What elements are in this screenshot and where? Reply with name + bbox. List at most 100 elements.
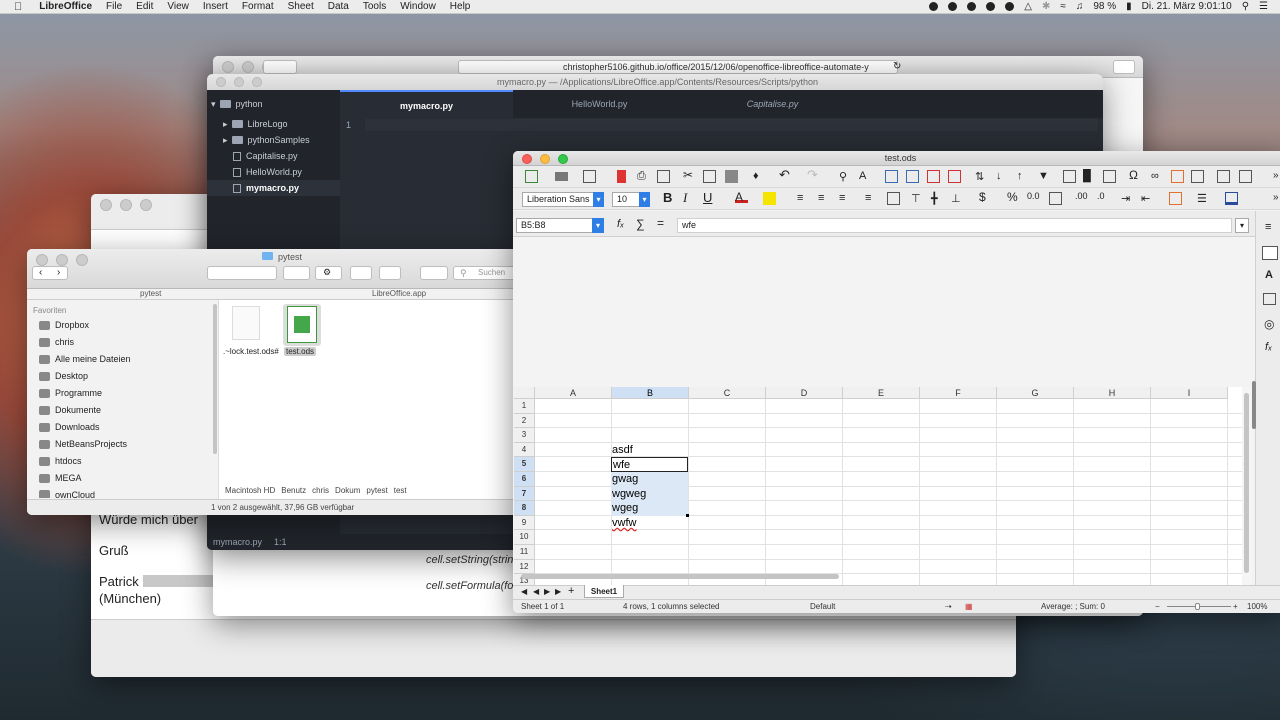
arrange-button[interactable] [283,266,310,280]
sidebar-scrollbar[interactable] [213,304,217,454]
add-sheet-icon[interactable]: + [568,585,574,597]
name-box[interactable]: B5:B8 [516,218,604,233]
file-lock-name[interactable]: .~lock.test.ods# [223,347,279,357]
sidebar-item-mega[interactable]: MEGA [39,473,82,483]
spreadsheet-file-icon[interactable] [287,306,317,343]
sheet-tab-sheet1[interactable]: Sheet1 [584,585,624,598]
row-header-7[interactable]: 7 [514,486,535,502]
align-top-icon[interactable]: ⊤ [911,192,924,205]
vertical-scrollbar[interactable] [1242,387,1252,613]
spotlight-icon[interactable]: ⚲ [1242,1,1249,12]
underline-icon[interactable]: U [703,190,716,205]
tags-button[interactable] [379,266,401,280]
row-header-9[interactable]: 9 [514,515,535,531]
bluetooth-icon[interactable]: ✱ [1042,1,1050,12]
add-decimal-icon[interactable]: .00 [1075,191,1088,204]
dropbox-button[interactable] [420,266,448,280]
font-color-icon[interactable]: A [735,190,748,204]
status-icon-4[interactable] [986,2,996,11]
menu-sheet[interactable]: Sheet [281,1,321,12]
formula-equals-icon[interactable]: = [657,216,664,230]
finder-tab-pytest[interactable]: pytest [140,289,161,298]
column-header-f[interactable]: F [920,387,997,399]
select-all-corner[interactable] [514,387,535,399]
insert-image-icon[interactable] [1063,170,1076,183]
path-segment-test[interactable]: test [394,486,407,495]
column-header-e[interactable]: E [843,387,920,399]
undo-icon[interactable]: ↶ [779,167,792,182]
cell-b9[interactable]: vwfw [611,516,688,531]
freeze-rows-icon[interactable] [1239,170,1252,183]
menu-view[interactable]: View [160,1,196,12]
cell-b5[interactable]: wfe [611,457,688,472]
headers-footers-icon[interactable] [1191,170,1204,183]
tree-item-mymacro[interactable]: mymacro.py [207,180,340,196]
comment-icon[interactable] [1171,170,1184,183]
horizontal-scrollbar[interactable] [521,574,839,579]
italic-icon[interactable]: I [683,190,696,205]
bold-icon[interactable]: B [663,190,676,205]
finder-close-button[interactable] [36,254,48,266]
spreadsheet-grid[interactable]: A B C D E F G H I 1 2 3 4 asdf 5 wfe 6 gwag 7 wgweg 8 wgeg 9 vw… [514,387,1244,613]
tree-item-librelogo[interactable]: ▸ LibreLogo [207,116,340,132]
editor-minimize-button[interactable] [234,77,244,87]
expand-formula-icon[interactable]: ▾ [1235,218,1249,233]
menu-window[interactable]: Window [393,1,443,12]
finder-zoom-button[interactable] [76,254,88,266]
zoom-level[interactable]: 100% [1247,602,1267,611]
increase-indent-icon[interactable]: ⇥ [1121,192,1134,205]
view-mode-buttons[interactable] [207,266,277,280]
sidebar-item-dokumente[interactable]: Dokumente [39,405,101,415]
search-input[interactable]: ⚲ Suchen [453,266,521,280]
sidebar-item-netbeans[interactable]: NetBeansProjects [39,439,127,449]
merge-cells-icon[interactable]: ⇅ [975,170,988,183]
column-icon[interactable] [906,170,919,183]
export-pdf-icon[interactable] [617,170,626,183]
cell-b8[interactable]: wgeg [611,501,688,516]
last-sheet-icon[interactable]: ▶ [555,587,561,596]
editor-zoom-button[interactable] [252,77,262,87]
print-preview-icon[interactable] [657,170,670,183]
sidebar-settings-icon[interactable]: ≡ [1265,221,1271,233]
finder-minimize-button[interactable] [56,254,68,266]
gallery-icon[interactable] [1263,293,1276,305]
save-icon[interactable] [583,170,596,183]
menu-file[interactable]: File [99,1,129,12]
autofilter-icon[interactable]: ▼ [1038,170,1051,183]
tab-capitalise[interactable]: Capitalise.py [686,90,859,118]
open-icon[interactable] [555,172,568,181]
tab-helloworld[interactable]: HelloWorld.py [513,90,686,118]
mail-zoom-button[interactable] [140,199,152,211]
align-center-icon[interactable]: ≡ [818,192,831,205]
borders-icon[interactable] [1169,192,1182,205]
special-character-icon[interactable]: Ω [1129,168,1142,182]
spelling-icon[interactable]: A [859,170,872,183]
cursor-line[interactable] [365,119,1098,131]
paste-icon[interactable] [725,170,738,183]
menu-format[interactable]: Format [235,1,281,12]
mail-close-button[interactable] [100,199,112,211]
action-gear-button[interactable]: ⚙ [315,266,342,280]
tree-item-capitalise[interactable]: Capitalise.py [207,148,340,164]
more-format-icon[interactable]: » [1273,192,1280,205]
path-segment-dokumente[interactable]: Dokum [335,486,360,495]
font-name-box[interactable]: Liberation Sans [522,192,604,207]
font-size-dropdown-icon[interactable]: ▾ [639,192,650,207]
more-tools-icon[interactable]: » [1273,170,1280,183]
fill-handle[interactable] [686,513,689,517]
column-header-a[interactable]: A [535,387,612,399]
tree-item-pythonsamples[interactable]: ▸ pythonSamples [207,132,340,148]
apple-icon[interactable]:  [0,1,32,13]
menu-help[interactable]: Help [443,1,478,12]
zoom-out-icon[interactable]: − [1155,602,1160,611]
decrease-indent-icon[interactable]: ⇤ [1141,192,1154,205]
row-header-3[interactable]: 3 [514,428,535,443]
sidebar-collapse-handle[interactable] [1252,381,1256,429]
menu-edit[interactable]: Edit [129,1,160,12]
redo-icon[interactable]: ↷ [807,167,820,182]
properties-icon[interactable] [1262,246,1278,260]
zoom-slider-handle[interactable] [1195,603,1200,610]
tab-mymacro[interactable]: mymacro.py [340,90,513,118]
function-wizard-icon[interactable]: fₓ [617,218,624,230]
wrap-text-icon[interactable]: ≡ [865,192,878,205]
